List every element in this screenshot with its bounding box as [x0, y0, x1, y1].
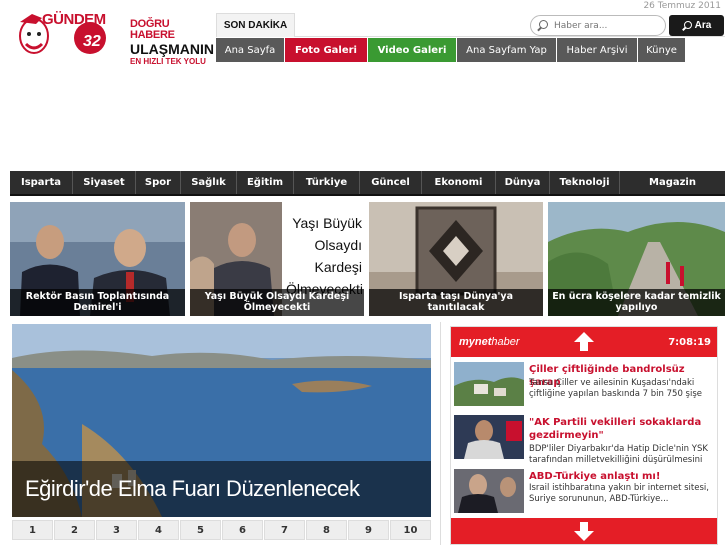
slider-page-button[interactable]: 9: [348, 520, 389, 540]
logo-wordmark: GÜNDEM: [42, 11, 106, 28]
category-teknoloji[interactable]: Teknoloji: [550, 171, 620, 194]
mynet-clock: 7:08:19: [668, 336, 711, 348]
mynet-logo: mynethaber: [459, 336, 520, 348]
nav-photo-gallery[interactable]: Foto Galeri: [285, 38, 368, 62]
category-navigation: Isparta Siyaset Spor Sağlık Eğitim Türki…: [10, 171, 725, 196]
feature-tile[interactable]: Isparta taşı Dünya'ya tanıtılacak: [369, 202, 543, 316]
site-slogan: DOĞRU HABERE ULAŞMANIN EN HIZLI TEK YOLU: [130, 19, 216, 66]
slider-pagination: 1 2 3 4 5 6 7 8 9 10: [12, 520, 431, 540]
feature-caption: Isparta taşı Dünya'ya tanıtılacak: [369, 289, 543, 316]
nav-set-homepage[interactable]: Ana Sayfam Yap: [457, 38, 557, 62]
search-input[interactable]: [554, 20, 664, 31]
current-date: 26 Temmuz 2011: [643, 1, 721, 11]
news-title: ABD-Türkiye anlaştı mı!: [529, 471, 661, 482]
mynet-news-item[interactable]: ABD-Türkiye anlaştı mı! İsrail istihbara…: [451, 466, 717, 517]
category-dunya[interactable]: Dünya: [496, 171, 550, 194]
news-title: "AK Partili vekilleri sokaklarda gezdirm…: [529, 417, 702, 441]
category-turkiye[interactable]: Türkiye: [294, 171, 360, 194]
slider-page-button[interactable]: 2: [54, 520, 95, 540]
category-magazin[interactable]: Magazin: [620, 171, 725, 194]
feature-tile[interactable]: Yaşı Büyük Olsaydı Kardeşi Ölmeyecekti Y…: [190, 202, 364, 316]
slider-headline: Eğirdir'de Elma Fuarı Düzenlenecek: [12, 461, 431, 517]
nav-video-gallery[interactable]: Video Galeri: [368, 38, 457, 62]
search-box: [530, 15, 666, 36]
feature-caption: Rektör Basın Toplantısında Demirel'i: [10, 289, 185, 316]
category-spor[interactable]: Spor: [136, 171, 181, 194]
mynet-news-item[interactable]: Çiller çiftliğinde bandrolsüz şarap Tans…: [451, 359, 717, 410]
slider-page-button[interactable]: 10: [390, 520, 431, 540]
feature-photo-overlay-text: Yaşı Büyük Olsaydı Kardeşi Ölmeyecekti: [286, 215, 363, 297]
category-guncel[interactable]: Güncel: [360, 171, 422, 194]
slogan-line-1: DOĞRU HABERE: [130, 18, 175, 41]
slider-page-button[interactable]: 5: [180, 520, 221, 540]
news-thumbnail: [454, 362, 524, 406]
column-divider: [440, 322, 441, 545]
scroll-up-arrow-icon[interactable]: [574, 332, 594, 352]
magnifier-icon: [682, 20, 692, 31]
feature-caption: En ücra köşelere kadar temizlik yapılıyo: [548, 289, 725, 316]
scroll-down-arrow-icon[interactable]: [574, 522, 594, 542]
slider-page-button[interactable]: 8: [306, 520, 347, 540]
slider-page-button[interactable]: 1: [12, 520, 53, 540]
mynet-news-widget: mynethaber 7:08:19 Çiller çiftliğinde ba…: [450, 326, 718, 545]
feature-caption: Yaşı Büyük Olsaydı Kardeşi Ölmeyecekti: [190, 289, 364, 316]
mynet-header: mynethaber 7:08:19: [451, 327, 717, 357]
breaking-news-ticker: [295, 36, 725, 37]
nav-news-archive[interactable]: Haber Arşivi: [557, 38, 638, 62]
category-ekonomi[interactable]: Ekonomi: [422, 171, 496, 194]
news-summary: İsrail istihbaratına yakın bir internet …: [529, 483, 709, 504]
nav-imprint[interactable]: Künye: [638, 38, 686, 62]
slider-page-button[interactable]: 7: [264, 520, 305, 540]
slogan-line-3: EN HIZLI TEK YOLU: [130, 57, 206, 66]
mynet-footer: [451, 518, 717, 544]
logo-number: 32: [83, 33, 101, 50]
news-thumbnail: [454, 469, 524, 513]
page: GÜNDEM 32 DOĞRU HABERE ULAŞMANIN EN HIZL…: [0, 0, 727, 545]
slogan-line-2: ULAŞMANIN: [130, 41, 214, 57]
site-logo[interactable]: GÜNDEM 32: [12, 8, 116, 60]
category-egitim[interactable]: Eğitim: [237, 171, 294, 194]
category-isparta[interactable]: Isparta: [10, 171, 73, 194]
search-button-label: Ara: [694, 20, 712, 31]
category-saglik[interactable]: Sağlık: [181, 171, 237, 194]
slider-page-button[interactable]: 4: [138, 520, 179, 540]
feature-tile[interactable]: En ücra köşelere kadar temizlik yapılıyo: [548, 202, 725, 316]
headline-slider[interactable]: Eğirdir'de Elma Fuarı Düzenlenecek: [12, 324, 431, 517]
nav-home[interactable]: Ana Sayfa: [216, 38, 285, 62]
news-summary: Tansu Çiller ve ailesinin Kuşadası'ndaki…: [529, 378, 703, 399]
mynet-news-item[interactable]: "AK Partili vekilleri sokaklarda gezdirm…: [451, 412, 717, 465]
category-siyaset[interactable]: Siyaset: [73, 171, 136, 194]
search-icon: [536, 19, 550, 33]
feature-tile[interactable]: Rektör Basın Toplantısında Demirel'i: [10, 202, 185, 316]
breaking-news-label: SON DAKİKA: [216, 13, 295, 37]
slider-page-button[interactable]: 6: [222, 520, 263, 540]
slider-page-button[interactable]: 3: [96, 520, 137, 540]
mynet-logo-suffix: haber: [491, 336, 520, 348]
news-summary: BDP'liler Diyarbakır'da Hatip Dicle'nin …: [529, 444, 708, 465]
news-thumbnail: [454, 415, 524, 459]
top-navigation: Ana Sayfa Foto Galeri Video Galeri Ana S…: [216, 38, 686, 62]
search-button[interactable]: Ara: [669, 15, 724, 36]
